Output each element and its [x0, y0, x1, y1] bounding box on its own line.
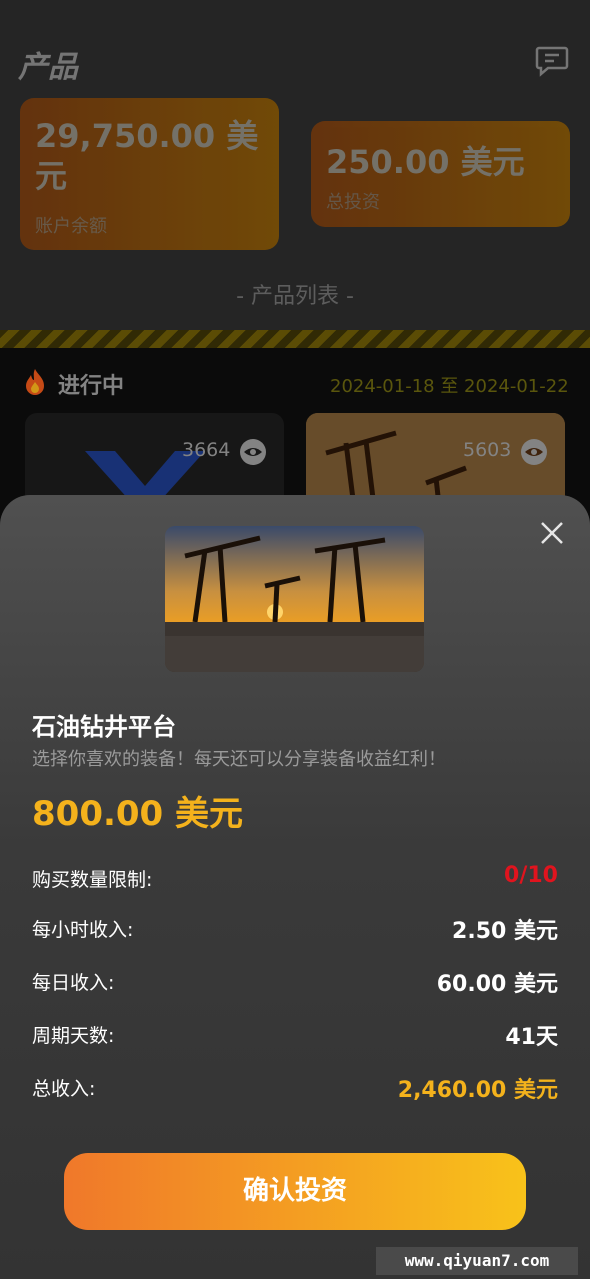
product-name: 石油钻井平台	[32, 713, 176, 741]
row-label: 总收入:	[32, 1078, 96, 1100]
cycle-days-row: 周期天数: 41天	[32, 1021, 558, 1051]
watermark: www.qiyuan7.com	[376, 1247, 578, 1275]
row-value: 41天	[505, 1025, 558, 1050]
daily-income-row: 每日收入: 60.00 美元	[32, 968, 558, 998]
hourly-income-row: 每小时收入: 2.50 美元	[32, 915, 558, 945]
row-value: 2.50 美元	[452, 919, 558, 944]
purchase-limit-row: 购买数量限制: 0/10	[32, 863, 558, 895]
row-label: 周期天数:	[32, 1025, 115, 1047]
page: 产品 29,750.00 美元 账户余额 250.00 美元 总投资 - 产品列…	[0, 0, 590, 1279]
product-description: 选择你喜欢的装备！每天还可以分享装备收益红利！	[32, 749, 446, 770]
row-value: 0/10	[504, 863, 558, 888]
product-price: 800.00 美元	[32, 794, 244, 834]
row-label: 每小时收入:	[32, 919, 134, 941]
row-label: 每日收入:	[32, 972, 115, 994]
row-value: 60.00 美元	[436, 972, 558, 997]
oil-rig-image	[165, 526, 424, 672]
close-icon[interactable]	[536, 517, 568, 549]
row-value: 2,460.00 美元	[397, 1078, 558, 1103]
row-label: 购买数量限制:	[32, 869, 153, 891]
total-income-row: 总收入: 2,460.00 美元	[32, 1074, 558, 1104]
confirm-invest-button[interactable]: 确认投资	[64, 1153, 526, 1230]
